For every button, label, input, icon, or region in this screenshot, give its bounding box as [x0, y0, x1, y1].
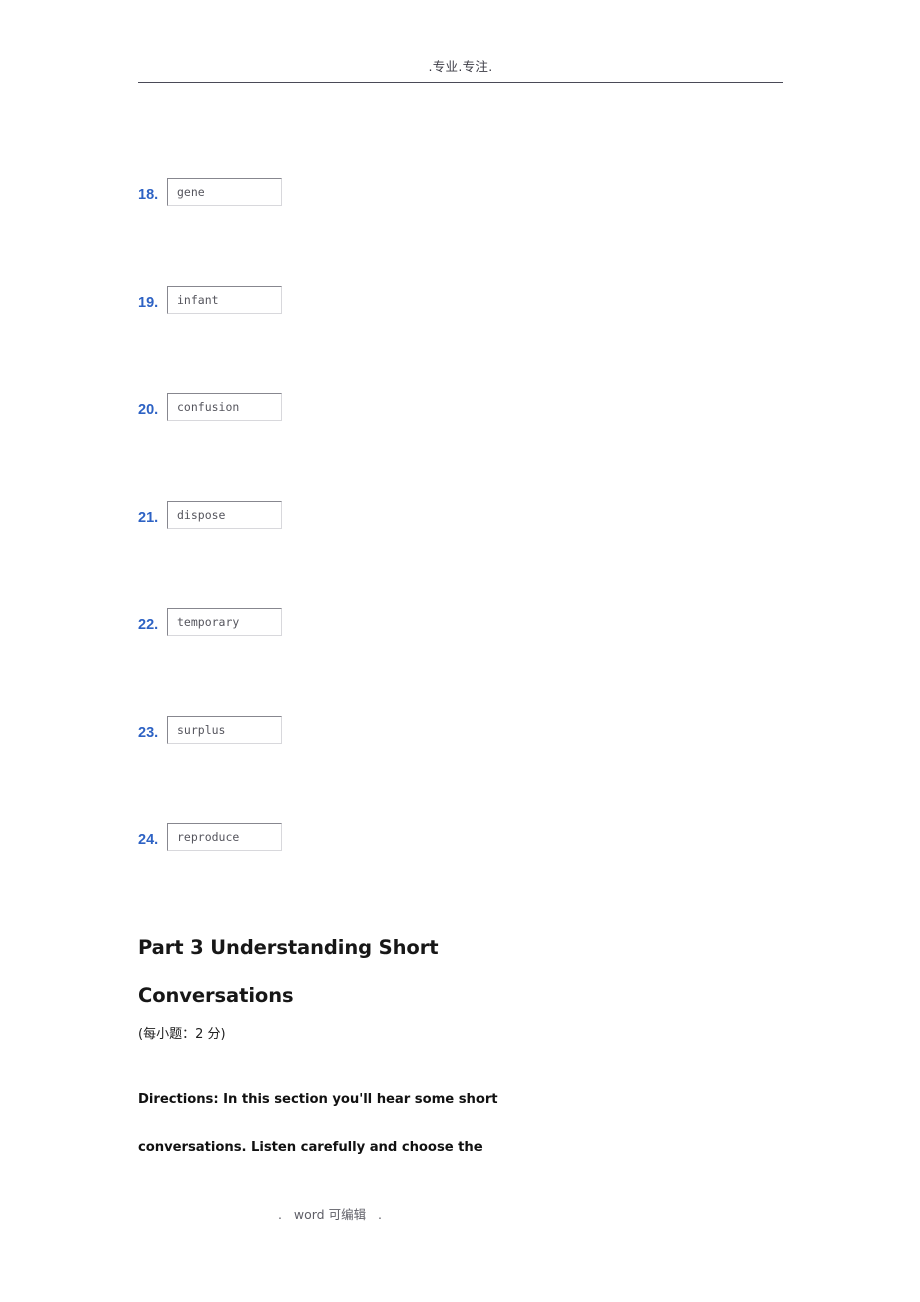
page-header: .专业.专注.	[138, 58, 783, 88]
page-title-line-2: Conversations	[138, 984, 294, 1007]
page-header-rule	[138, 82, 783, 83]
answer-item: 19. infant	[138, 286, 558, 320]
answer-item-number: 23.	[138, 725, 159, 741]
page-title-line-1: Part 3 Understanding Short	[138, 936, 439, 959]
answer-item-number: 19.	[138, 295, 159, 311]
answer-item-number: 24.	[138, 832, 159, 848]
answer-input-box[interactable]: temporary	[167, 608, 282, 636]
answer-input-box[interactable]: surplus	[167, 716, 282, 744]
page-title: Part 3 Understanding Short Conversations	[138, 924, 608, 1020]
directions-line-2: conversations. Listen carefully and choo…	[138, 1140, 483, 1155]
answer-item: 21. dispose	[138, 501, 558, 535]
answer-item-number: 22.	[138, 617, 159, 633]
answer-item: 20. confusion	[138, 393, 558, 427]
answer-item-number: 20.	[138, 402, 159, 418]
page-footer: . word 可编辑 .	[278, 1207, 382, 1222]
answer-input-value: surplus	[177, 723, 226, 737]
answer-item: 18. gene	[138, 178, 558, 212]
answer-input-value: confusion	[177, 400, 240, 414]
answer-input-box[interactable]: reproduce	[167, 823, 282, 851]
answer-input-value: gene	[177, 185, 205, 199]
answer-input-box[interactable]: infant	[167, 286, 282, 314]
directions-line-1: Directions: In this section you'll hear …	[138, 1092, 498, 1107]
answer-input-value: reproduce	[177, 830, 240, 844]
answer-input-box[interactable]: confusion	[167, 393, 282, 421]
answer-item-number: 18.	[138, 187, 159, 203]
answer-item: 23. surplus	[138, 716, 558, 750]
answer-item: 24. reproduce	[138, 823, 558, 857]
answer-input-box[interactable]: gene	[167, 178, 282, 206]
answer-item: 22. temporary	[138, 608, 558, 642]
document-page: .专业.专注. 18. gene 19. infant 20. confusion 21. d…	[0, 0, 920, 1302]
answer-input-value: infant	[177, 293, 219, 307]
answer-input-value: dispose	[177, 508, 226, 522]
directions-text: Directions: In this section you'll hear …	[138, 1076, 538, 1172]
answer-input-value: temporary	[177, 615, 240, 629]
page-header-text: .专业.专注.	[428, 59, 493, 74]
score-note: (每小题：2 分)	[138, 1027, 226, 1042]
answer-input-box[interactable]: dispose	[167, 501, 282, 529]
answer-item-number: 21.	[138, 510, 159, 526]
